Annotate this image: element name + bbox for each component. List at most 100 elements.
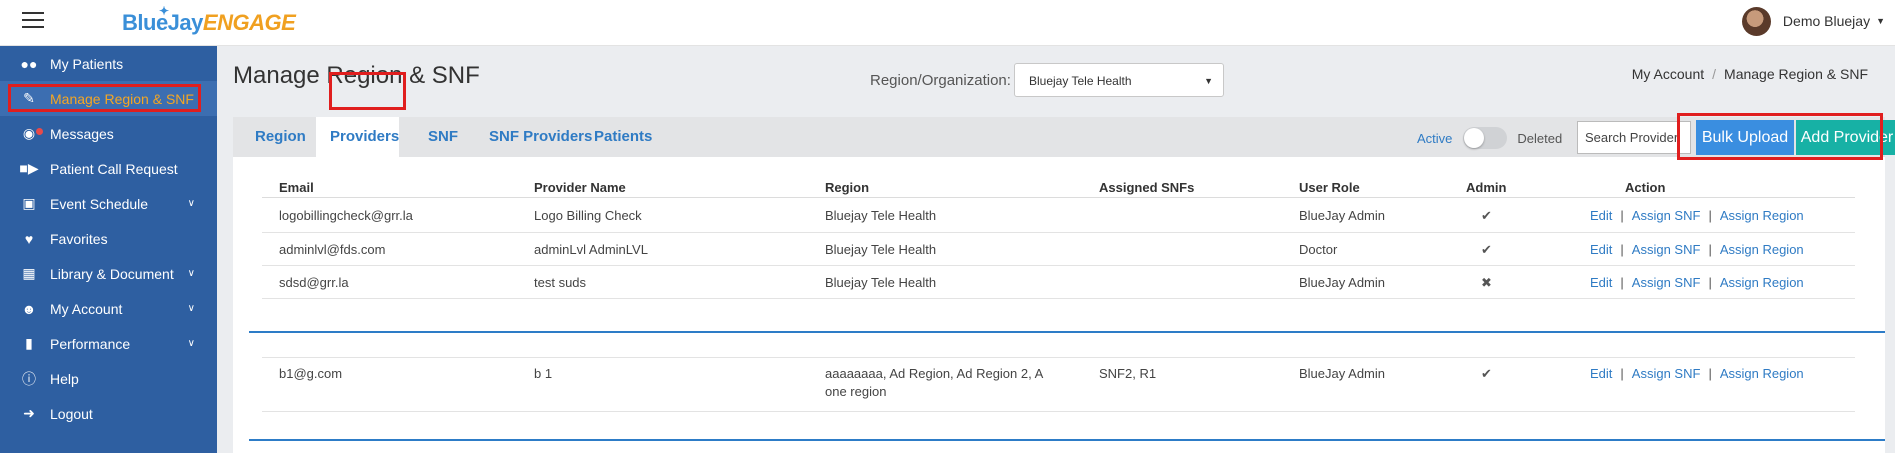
- sidebar-item-logout[interactable]: ➜ Logout: [0, 396, 217, 431]
- cell-user-role: BlueJay Admin: [1299, 208, 1385, 223]
- assign-region-link[interactable]: Assign Region: [1720, 366, 1804, 381]
- sidebar-item-messages[interactable]: ◉ Messages: [0, 116, 217, 151]
- cell-user-role: BlueJay Admin: [1299, 366, 1385, 381]
- admin-cross-icon: ✖: [1481, 275, 1492, 290]
- users-icon: ●●: [20, 55, 38, 72]
- section-divider: [249, 439, 1885, 441]
- cell-actions: Edit | Assign SNF | Assign Region: [1590, 208, 1804, 223]
- breadcrumb-my-account[interactable]: My Account: [1632, 66, 1704, 82]
- user-name: Demo Bluejay: [1782, 13, 1871, 29]
- top-bar: ✦ BlueJayENGAGE Demo Bluejay ▼: [0, 0, 1895, 46]
- app-logo[interactable]: ✦ BlueJayENGAGE: [122, 4, 296, 38]
- assign-snf-link[interactable]: Assign SNF: [1632, 242, 1701, 257]
- logout-icon: ➜: [23, 405, 35, 421]
- cell-provider-name: Logo Billing Check: [534, 208, 642, 223]
- video-camera-icon: ■▶: [19, 160, 39, 176]
- chevron-down-icon: ∨: [187, 198, 195, 209]
- sidebar-item-label: Performance: [50, 335, 131, 352]
- assign-snf-link[interactable]: Assign SNF: [1632, 366, 1701, 381]
- chevron-down-icon: ∨: [187, 338, 195, 349]
- cell-region: Bluejay Tele Health: [825, 242, 937, 257]
- cell-user-role: BlueJay Admin: [1299, 275, 1385, 290]
- edit-link[interactable]: Edit: [1590, 366, 1612, 381]
- cell-user-role: Doctor: [1299, 242, 1338, 257]
- info-icon: ⓘ: [22, 370, 36, 387]
- sidebar-item-label: Favorites: [50, 230, 108, 247]
- cell-assigned-snfs: SNF2, R1: [1099, 366, 1157, 381]
- chevron-down-icon: ∨: [187, 268, 195, 279]
- sidebar-item-label: Event Schedule: [50, 195, 149, 212]
- sidebar-item-favorites[interactable]: ♥ Favorites: [0, 221, 217, 256]
- bird-icon: ✦: [159, 4, 169, 18]
- sidebar-item-help[interactable]: ⓘ Help: [0, 361, 217, 396]
- tab-patients[interactable]: Patients: [594, 117, 652, 157]
- cell-email: sdsd@grr.la: [279, 275, 349, 290]
- edit-link[interactable]: Edit: [1590, 242, 1612, 257]
- assign-region-link[interactable]: Assign Region: [1720, 275, 1804, 290]
- cell-region: Bluejay Tele Health: [825, 208, 937, 223]
- sidebar: ●● My Patients ✎ Manage Region & SNF ◉ M…: [0, 46, 217, 453]
- assign-snf-link[interactable]: Assign SNF: [1632, 208, 1701, 223]
- section-divider: [249, 331, 1885, 333]
- logo-text-engage: ENGAGE: [202, 10, 296, 35]
- cell-provider-name: adminLvl AdminLVL: [534, 242, 648, 257]
- cell-email: logobillingcheck@grr.la: [279, 208, 413, 223]
- cell-provider-name: test suds: [534, 275, 587, 290]
- sidebar-item-label: Logout: [50, 405, 93, 422]
- sidebar-item-library-document[interactable]: ▦ Library & Document ∨: [0, 256, 217, 291]
- cell-region: aaaaaaaa, Ad Region, Ad Region 2, A: [825, 366, 1044, 381]
- highlight-box: [1677, 113, 1883, 160]
- sidebar-item-event-schedule[interactable]: ▣ Event Schedule ∨: [0, 186, 217, 221]
- region-select-value: Bluejay Tele Health: [1029, 74, 1132, 88]
- sidebar-item-my-patients[interactable]: ●● My Patients: [0, 46, 217, 81]
- assign-region-link[interactable]: Assign Region: [1720, 208, 1804, 223]
- sidebar-item-patient-call-request[interactable]: ■▶ Patient Call Request: [0, 151, 217, 186]
- search-provider-input[interactable]: [1577, 121, 1691, 154]
- sidebar-item-label: My Patients: [50, 55, 124, 72]
- cell-actions: Edit | Assign SNF | Assign Region: [1590, 242, 1804, 257]
- breadcrumb: My Account / Manage Region & SNF: [1631, 66, 1868, 82]
- notification-dot: [36, 128, 43, 135]
- sidebar-item-my-account[interactable]: ☻ My Account ∨: [0, 291, 217, 326]
- heart-icon: ♥: [24, 230, 34, 247]
- deleted-label: Deleted: [1517, 130, 1563, 146]
- avatar[interactable]: [1741, 6, 1771, 36]
- sidebar-item-label: Help: [50, 370, 79, 387]
- sidebar-item-label: My Account: [50, 300, 123, 317]
- sidebar-item-performance[interactable]: ▮ Performance ∨: [0, 326, 217, 361]
- main-content: Manage Region & SNF Region/Organization:…: [217, 46, 1895, 453]
- admin-check-icon: ✔: [1481, 242, 1492, 257]
- cell-email: b1@g.com: [279, 366, 343, 381]
- active-label: Active: [1417, 130, 1453, 146]
- tab-providers[interactable]: Providers: [316, 117, 399, 157]
- assign-region-link[interactable]: Assign Region: [1720, 242, 1804, 257]
- sidebar-item-label: Messages: [50, 125, 114, 142]
- admin-check-icon: ✔: [1481, 208, 1492, 223]
- user-menu[interactable]: Demo Bluejay ▼: [1741, 6, 1885, 36]
- library-icon: ▦: [22, 265, 36, 281]
- active-deleted-toggle-group: Active Deleted: [1417, 127, 1562, 149]
- tab-snf[interactable]: SNF: [428, 117, 458, 157]
- sidebar-item-label: Library & Document: [50, 265, 174, 282]
- caret-down-icon: ▼: [1876, 16, 1885, 26]
- cell-email: adminlvl@fds.com: [279, 242, 386, 257]
- tab-region[interactable]: Region: [255, 117, 306, 157]
- cell-region: Bluejay Tele Health: [825, 275, 937, 290]
- tab-snf-providers[interactable]: SNF Providers: [489, 117, 592, 157]
- breadcrumb-current: Manage Region & SNF: [1724, 66, 1868, 82]
- assign-snf-link[interactable]: Assign SNF: [1632, 275, 1701, 290]
- sidebar-item-label: Patient Call Request: [50, 160, 178, 177]
- edit-link[interactable]: Edit: [1590, 275, 1612, 290]
- cell-actions: Edit | Assign SNF | Assign Region: [1590, 366, 1804, 381]
- table-header-row: [262, 157, 1855, 198]
- cell-region-continued: one region: [825, 384, 887, 399]
- hamburger-menu-icon[interactable]: [22, 12, 44, 30]
- tab-bar: Region Providers SNF SNF Providers Patie…: [233, 117, 1895, 157]
- cell-actions: Edit | Assign SNF | Assign Region: [1590, 275, 1804, 290]
- region-select[interactable]: Bluejay Tele Health ▼: [1014, 63, 1224, 97]
- cell-provider-name: b 1: [534, 366, 553, 381]
- user-circle-icon: ☻: [21, 300, 37, 317]
- edit-link[interactable]: Edit: [1590, 208, 1612, 223]
- chevron-down-icon: ∨: [187, 303, 195, 314]
- active-deleted-toggle[interactable]: [1463, 127, 1508, 149]
